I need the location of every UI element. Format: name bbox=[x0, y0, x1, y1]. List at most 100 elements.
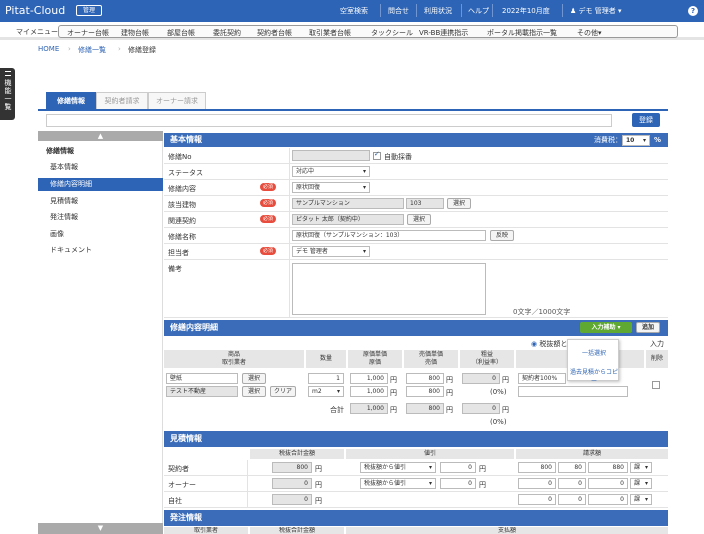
app-logo[interactable]: Pitat-Cloud bbox=[5, 4, 65, 17]
nav-images[interactable]: 画像 bbox=[38, 228, 163, 241]
row-contract: 関連契約 必須 ピタット 太郎（契約中） 選択 bbox=[164, 212, 668, 228]
required-badge: 必須 bbox=[260, 247, 276, 255]
status-select[interactable]: 対応中 bbox=[292, 166, 370, 177]
nav-order-info[interactable]: 発注情報 bbox=[38, 211, 163, 224]
col-product: 商品 取引業者 bbox=[164, 350, 304, 368]
top-input[interactable] bbox=[46, 114, 612, 127]
person-select[interactable]: デモ 管理者 bbox=[292, 246, 370, 257]
contract-select-button[interactable]: 選択 bbox=[407, 214, 431, 225]
popup-bulk-select[interactable]: 一括選択 bbox=[568, 348, 620, 357]
vendor-clear-button[interactable]: クリア bbox=[270, 386, 296, 397]
nav-inquiry[interactable]: 問合せ bbox=[388, 6, 409, 16]
est-owner-total: 0 bbox=[272, 478, 312, 489]
memo-textarea[interactable] bbox=[292, 263, 486, 315]
contract-input: ピタット 太郎（契約中） bbox=[292, 214, 404, 225]
menu-portal[interactable]: ポータル掲載指示一覧 bbox=[487, 28, 557, 38]
nav-repair-info[interactable]: 修繕情報 bbox=[38, 145, 163, 158]
list-icon bbox=[5, 71, 11, 76]
breadcrumb-home[interactable]: HOME bbox=[38, 45, 59, 53]
menu-others[interactable]: その他▾ bbox=[577, 28, 602, 38]
est-contractor-discount-type[interactable]: 税抜額から値引 bbox=[360, 462, 436, 473]
est-company-bill-total[interactable]: 0 bbox=[588, 494, 628, 505]
est-contractor-bill-base[interactable]: 800 bbox=[518, 462, 556, 473]
user-menu[interactable]: ♟ デモ 管理者 ▾ bbox=[570, 6, 622, 16]
sale-unit-input[interactable]: 800 bbox=[406, 373, 444, 384]
billing-note-input[interactable] bbox=[518, 386, 628, 397]
scroll-up-icon[interactable]: ▲ bbox=[38, 131, 163, 141]
menu-consignment[interactable]: 委託契約 bbox=[213, 28, 241, 38]
scroll-down-icon[interactable]: ▼ bbox=[38, 523, 163, 534]
building-input: サンプルマンション bbox=[292, 198, 404, 209]
add-row-button[interactable]: 追加 bbox=[636, 322, 660, 333]
est-contractor-discount[interactable]: 0 bbox=[440, 462, 476, 473]
nav-vacancy-search[interactable]: 空室検索 bbox=[340, 6, 368, 16]
menu-owner-ledger[interactable]: オーナー台帳 bbox=[67, 28, 109, 38]
reflect-button[interactable]: 反映 bbox=[490, 230, 514, 241]
est-owner-discount-type[interactable]: 税抜額から値引 bbox=[360, 478, 436, 489]
est-company-tax-select[interactable]: 課 bbox=[630, 494, 652, 505]
est-contractor-bill-tax[interactable]: 80 bbox=[558, 462, 586, 473]
est-row-company: 自社 0 円 0 0 0 課 bbox=[164, 492, 668, 508]
breadcrumb-repair-list[interactable]: 修繕一覧 bbox=[78, 45, 106, 55]
nav-basic-info[interactable]: 基本情報 bbox=[38, 161, 163, 174]
menu-vendor-ledger[interactable]: 取引業者台帳 bbox=[309, 28, 351, 38]
billing-ratio-input[interactable]: 契約者100% bbox=[518, 373, 566, 384]
repair-no-input bbox=[292, 150, 370, 161]
required-badge: 必須 bbox=[260, 199, 276, 207]
nav-documents[interactable]: ドキュメント bbox=[38, 244, 163, 257]
breadcrumb-current: 修繕登録 bbox=[128, 46, 156, 54]
nav-estimate-info[interactable]: 見積情報 bbox=[38, 195, 163, 208]
menu-building-ledger[interactable]: 建物台帳 bbox=[121, 28, 149, 38]
est-col-total: 税抜合計金額 bbox=[250, 449, 344, 459]
qty-input[interactable]: 1 bbox=[308, 373, 344, 384]
menu-contractor-ledger[interactable]: 契約者台帳 bbox=[257, 28, 292, 38]
nav-repair-details[interactable]: 修繕内容明細 bbox=[38, 178, 163, 191]
tab-repair-info[interactable]: 修繕情報 bbox=[46, 92, 96, 109]
function-list-tab[interactable]: 機能一覧 bbox=[0, 68, 15, 120]
est-contractor-tax-select[interactable]: 課 bbox=[630, 462, 652, 473]
user-icon: ♟ bbox=[570, 7, 577, 15]
product-input[interactable]: 壁紙 bbox=[166, 373, 238, 384]
help-icon[interactable]: ? bbox=[688, 6, 698, 16]
vendor-select-button[interactable]: 選択 bbox=[242, 386, 266, 397]
building-select-button[interactable]: 選択 bbox=[447, 198, 471, 209]
repair-details-header: 修繕内容明細 入力補助 ▾ 追加 bbox=[164, 320, 668, 336]
est-owner-bill-base[interactable]: 0 bbox=[518, 478, 556, 489]
est-owner-bill-total[interactable]: 0 bbox=[588, 478, 628, 489]
nav-help[interactable]: ヘルプ bbox=[468, 6, 489, 16]
cost-input[interactable]: 1,000 bbox=[350, 386, 388, 397]
product-select-button[interactable]: 選択 bbox=[242, 373, 266, 384]
est-company-bill-tax[interactable]: 0 bbox=[558, 494, 586, 505]
total-cost-display: 1,000 bbox=[350, 403, 388, 414]
register-button[interactable]: 登録 bbox=[632, 113, 660, 127]
cost-unit-input[interactable]: 1,000 bbox=[350, 373, 388, 384]
est-contractor-total: 800 bbox=[272, 462, 312, 473]
est-contractor-bill-total[interactable]: 880 bbox=[588, 462, 628, 473]
est-company-bill-base[interactable]: 0 bbox=[518, 494, 556, 505]
total-profit-display: 0 bbox=[462, 403, 500, 414]
order-col-vendor: 取引業者 bbox=[164, 527, 248, 534]
unit-select[interactable]: m2 bbox=[308, 386, 344, 397]
tax-option-radio[interactable]: ◉ 税抜額と bbox=[531, 339, 567, 349]
input-help-button[interactable]: 入力補助 ▾ bbox=[580, 322, 632, 333]
tax-rate-select[interactable]: 10 bbox=[622, 135, 650, 146]
tab-owner-billing[interactable]: オーナー請求 bbox=[148, 92, 206, 109]
menu-vr-bb[interactable]: VR-BB連携指示 bbox=[419, 28, 468, 38]
menu-tack-seal[interactable]: タックシール bbox=[371, 28, 413, 38]
repair-name-input[interactable]: 原状回復（サンプルマンション：103） bbox=[292, 230, 486, 241]
col-sale: 売価単価 売価 bbox=[404, 350, 458, 368]
popup-copy-estimate[interactable]: 過去見積からコピー bbox=[568, 367, 620, 385]
order-col-total: 税抜合計金額 bbox=[250, 527, 344, 534]
est-owner-discount[interactable]: 0 bbox=[440, 478, 476, 489]
est-owner-tax-select[interactable]: 課 bbox=[630, 478, 652, 489]
sale-input[interactable]: 800 bbox=[406, 386, 444, 397]
delete-row-checkbox[interactable] bbox=[652, 381, 660, 389]
auto-number-checkbox[interactable]: ✓ bbox=[373, 150, 381, 160]
tab-contractor-billing[interactable]: 契約者請求 bbox=[96, 92, 148, 109]
est-owner-bill-tax[interactable]: 0 bbox=[558, 478, 586, 489]
basic-info-header: 基本情報 消費税： 10 % bbox=[164, 133, 668, 147]
menu-room-ledger[interactable]: 部屋台帳 bbox=[167, 28, 195, 38]
repair-content-select[interactable]: 原状回復 bbox=[292, 182, 370, 193]
order-header: 発注情報 bbox=[164, 510, 668, 526]
nav-usage[interactable]: 利用状況 bbox=[424, 6, 452, 16]
